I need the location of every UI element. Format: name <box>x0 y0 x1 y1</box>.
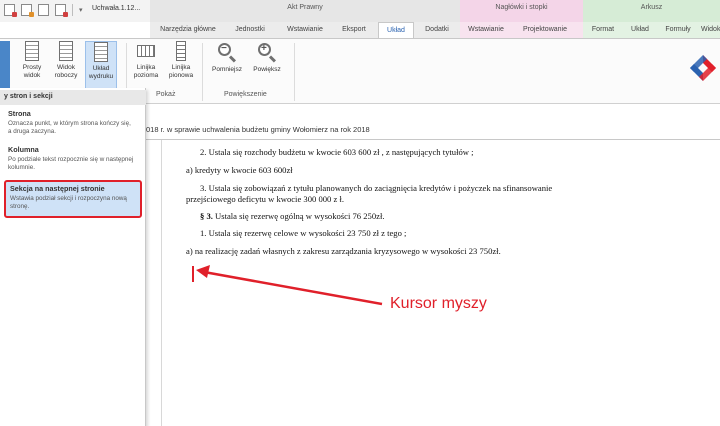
dropdown-header: y stron i sekcji <box>0 90 146 105</box>
tab-eksport[interactable]: Eksport <box>334 22 374 38</box>
powieksz-button[interactable]: + Powiększ <box>248 41 286 97</box>
linijka-pionowa-label: Linijka pionowa <box>168 64 194 79</box>
document-margin <box>146 140 162 426</box>
context-group-akt-prawny: Akt Prawny <box>150 0 460 22</box>
document-icon[interactable] <box>38 4 49 16</box>
tab-uklad-arkusz[interactable]: Układ <box>625 22 655 38</box>
simple-view-icon <box>25 41 39 61</box>
title-bar: ▾ Uchwała.1.12... Akt Prawny Nagłówki i … <box>0 0 720 22</box>
doc-line-rezerwa-celowa: 1. Ustala się rezerwę celowe w wysokości… <box>200 228 407 238</box>
doc-line-rozchody: 2. Ustala się rozchody budżetu w kwocie … <box>200 147 474 157</box>
doc-line-deficyt: przejściowego deficytu w kwocie 300 000 … <box>186 194 344 204</box>
context-group-naglowki: Nagłówki i stopki <box>460 0 583 22</box>
linijka-pionowa-button[interactable]: Linijka pionowa <box>165 41 197 97</box>
linijka-pozioma-label: Linijka pozioma <box>133 64 159 79</box>
context-group-arkusz: Arkusz <box>583 0 720 22</box>
print-preview-icon[interactable] <box>55 4 68 17</box>
tab-dodatki[interactable]: Dodatki <box>418 22 456 38</box>
pomniejsz-label: Pomniejsz <box>212 66 242 73</box>
ribbon-left-button-partial[interactable] <box>0 41 10 91</box>
zoom-in-icon: + <box>256 41 278 63</box>
tab-jednostki[interactable]: Jednostki <box>225 22 275 38</box>
tab-wstawianie[interactable]: Wstawianie <box>280 22 330 38</box>
zoom-out-icon: − <box>216 41 238 63</box>
app-logo-icon <box>690 55 716 81</box>
ribbon-separator <box>294 43 295 101</box>
pomniejsz-button[interactable]: − Pomniejsz <box>208 41 246 97</box>
dropdown-item-title: Strona <box>8 109 31 118</box>
doc-line-zobowiazania: 3. Ustala się zobowiązań z tytułu planow… <box>200 183 553 193</box>
dropdown-item-description: Oznacza punkt, w którym strona kończy si… <box>8 120 131 135</box>
dropdown-item-kolumna[interactable]: Kolumna Po podziale tekst rozpocznie się… <box>4 143 140 173</box>
page-break-dropdown: y stron i sekcji Strona Oznacza punkt, w… <box>0 88 146 426</box>
doc-line-kredyty: a) kredyty w kwocie 603 600zł <box>186 165 293 175</box>
annotation-callout: Kursor myszy <box>390 295 487 312</box>
dropdown-item-description: Po podziale tekst rozpocznie się w nastę… <box>8 156 134 171</box>
print-layout-icon <box>94 42 108 62</box>
group-label-pokaz: Pokaż <box>156 91 176 98</box>
quick-access-toolbar: ▾ <box>4 4 83 17</box>
qat-dropdown-icon[interactable]: ▾ <box>79 6 83 14</box>
annotation-arrow-icon <box>196 265 383 306</box>
edit-document-icon[interactable] <box>21 4 34 17</box>
group-label-powiekszenie: Powiększenie <box>224 91 267 98</box>
breadcrumb: 018 r. w sprawie uchwalenia budżetu gmin… <box>146 125 370 134</box>
ribbon-separator <box>202 43 203 101</box>
document-title: Uchwała.1.12... <box>92 5 141 12</box>
horizontal-ruler-icon <box>137 45 155 57</box>
prosty-widok-label: Prosty widok <box>22 64 42 79</box>
uklad-wydruku-label: Układ wydruku <box>88 65 114 80</box>
dropdown-item-title: Sekcja na następnej stronie <box>10 184 105 193</box>
dropdown-item-description: Wstawia podział sekcji i rozpoczyna nową… <box>10 195 127 210</box>
tab-uklad[interactable]: Układ <box>378 22 414 38</box>
paragraph-3-text: Ustala się rezerwę ogólną w wysokości 76… <box>212 211 385 221</box>
dropdown-item-sekcja-nastepna-strona[interactable]: Sekcja na następnej stronie Wstawia podz… <box>4 180 142 218</box>
dropdown-item-strona[interactable]: Strona Oznacza punkt, w którym strona ko… <box>4 107 140 137</box>
vertical-ruler-icon <box>176 41 186 61</box>
save-icon[interactable] <box>4 4 17 17</box>
doc-line-paragraph-3: § 3. Ustala się rezerwę ogólną w wysokoś… <box>200 211 384 221</box>
tab-wstawianie-naglowki[interactable]: Wstawianie <box>462 22 510 38</box>
draft-view-icon <box>59 41 73 61</box>
powieksz-label: Powiększ <box>253 66 281 73</box>
widok-roboczy-label: Widok roboczy <box>54 64 78 79</box>
toolbar-separator <box>72 4 73 16</box>
tab-narzedzia-glowne[interactable]: Narzędzia główne <box>153 22 223 38</box>
tab-widok[interactable]: Widok <box>701 22 720 38</box>
tab-projektowanie[interactable]: Projektowanie <box>514 22 576 38</box>
tab-format[interactable]: Format <box>586 22 620 38</box>
dropdown-item-title: Kolumna <box>8 145 39 154</box>
tab-formuly[interactable]: Formuły <box>660 22 696 38</box>
paragraph-3-prefix: § 3. <box>200 211 213 221</box>
doc-line-zadania-wlasne: a) na realizację zadań własnych z zakres… <box>186 246 501 256</box>
ribbon-tabs: Narzędzia główne Jednostki Wstawianie Ek… <box>0 22 720 38</box>
